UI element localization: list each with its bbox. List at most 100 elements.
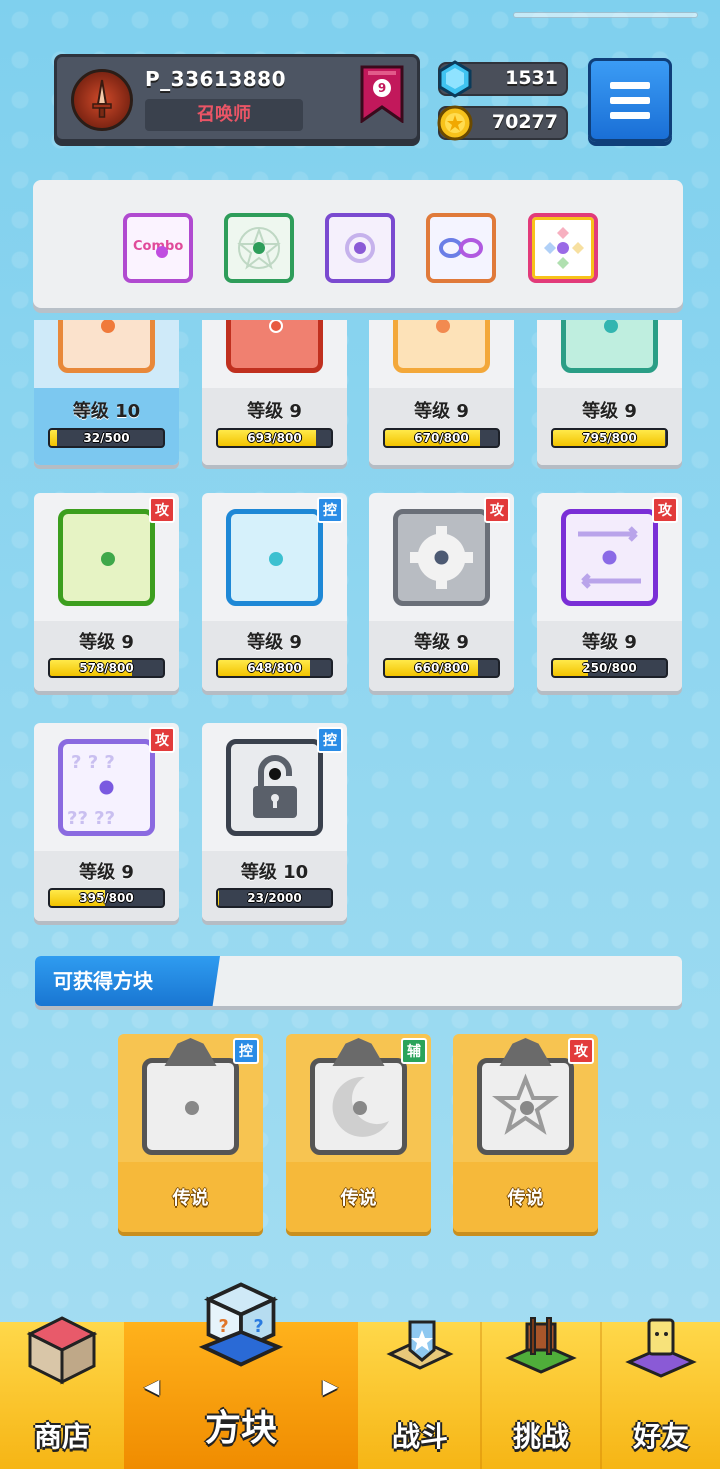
gem-counter[interactable]: 1531	[438, 60, 568, 98]
spin-icon	[345, 233, 375, 263]
rarity-label: 传说	[172, 1188, 209, 1209]
progress-bar: 648/800	[216, 658, 333, 678]
progress-text: 693/800	[247, 431, 302, 445]
obtainable-title: 可获得方块	[35, 956, 220, 1006]
coin-counter[interactable]: 70277	[437, 105, 568, 141]
diamond-icon	[544, 227, 584, 269]
block-face	[561, 509, 658, 606]
block-card[interactable]: 等级 9 670/800	[369, 320, 514, 465]
nav-blocks-label: 方块	[204, 1408, 277, 1449]
gem-count: 1531	[505, 67, 558, 89]
attack-tag: 攻	[568, 1038, 594, 1064]
infinity-icon	[439, 238, 483, 258]
nav-friends[interactable]: 好友	[602, 1318, 720, 1469]
dragon-frame-icon	[164, 1038, 217, 1066]
attack-tag: 攻	[149, 497, 175, 523]
profile-panel[interactable]: P_33613880 召唤师 9	[54, 54, 420, 142]
svg-text:?: ?	[219, 1317, 229, 1337]
rank-badge-icon: 9	[360, 65, 404, 124]
progress-text: 795/800	[582, 431, 637, 445]
pip-icon	[156, 246, 168, 258]
legend-card[interactable]: 攻 传说	[453, 1034, 598, 1232]
progress-text: 660/800	[414, 661, 469, 675]
block-face	[393, 509, 490, 606]
menu-button[interactable]	[588, 58, 672, 142]
nav-challenge-label: 挑战	[512, 1420, 569, 1453]
block-level: 等级 9	[582, 401, 637, 422]
support-tag: 辅	[401, 1038, 427, 1064]
nav-challenge[interactable]: 挑战	[482, 1317, 600, 1469]
pip-icon	[269, 320, 283, 333]
block-card[interactable]: ? ? ? ?? ?? 攻 等级 9 395/800	[34, 723, 179, 921]
coin-icon	[437, 105, 473, 141]
question-marks-icon: ? ? ? ?? ??	[67, 752, 115, 829]
progress-bar: 670/800	[383, 428, 500, 448]
deck-slot-pentagram[interactable]	[224, 213, 294, 283]
block-face	[58, 509, 155, 606]
progress-bar: 395/800	[48, 888, 165, 908]
next-arrow-icon[interactable]: ▶	[323, 1374, 338, 1398]
menu-line-icon	[610, 82, 650, 89]
gear-icon	[410, 526, 473, 589]
prev-arrow-icon[interactable]: ◀	[144, 1374, 159, 1398]
progress-bar: 32/500	[48, 428, 165, 448]
rarity-label: 传说	[507, 1188, 544, 1209]
legend-card[interactable]: 辅 传说	[286, 1034, 431, 1232]
progress-text: 395/800	[79, 891, 134, 905]
block-face	[226, 509, 323, 606]
block-face	[58, 320, 155, 373]
nav-shop[interactable]: 商店	[0, 1316, 124, 1469]
progress-text: 670/800	[414, 431, 469, 445]
block-card[interactable]: 攻 等级 9 578/800	[34, 493, 179, 691]
nav-friends-label: 好友	[632, 1420, 689, 1453]
player-title: 召唤师	[145, 99, 303, 131]
obtainable-header: 可获得方块	[35, 956, 682, 1006]
deck-slot-infinity[interactable]	[426, 213, 496, 283]
control-tag: 控	[317, 727, 343, 753]
status-bar-pill	[513, 12, 698, 18]
unlock-icon	[253, 755, 297, 818]
gem-icon	[438, 60, 472, 98]
pentagram-icon	[237, 227, 281, 270]
deck-panel: Combo	[33, 180, 683, 308]
block-card[interactable]: 控 等级 10 23/2000	[202, 723, 347, 921]
block-level: 等级 9	[414, 401, 469, 422]
svg-text:? ? ?: ? ? ?	[71, 752, 115, 773]
pip-icon	[520, 1101, 534, 1115]
rank-number: 9	[373, 79, 391, 97]
attack-tag: 攻	[149, 727, 175, 753]
progress-bar: 250/800	[551, 658, 668, 678]
deck-slot-rainbow[interactable]	[528, 213, 598, 283]
block-card[interactable]: 攻 等级 9 250/800	[537, 493, 682, 691]
block-face	[561, 320, 658, 373]
deck-slot-combo[interactable]: Combo	[123, 213, 193, 283]
block-level: 等级 9	[79, 632, 134, 653]
dragon-frame-icon	[499, 1038, 552, 1066]
block-level: 等级 9	[79, 862, 134, 883]
block-card[interactable]: 攻 等级 9 660/800	[369, 493, 514, 691]
challenge-icon	[505, 1317, 577, 1374]
menu-line-icon	[610, 97, 650, 104]
shop-icon	[26, 1316, 98, 1385]
block-card[interactable]: 等级 10 32/500	[34, 320, 179, 465]
nav-shop-label: 商店	[33, 1420, 90, 1453]
control-tag: 控	[233, 1038, 259, 1064]
legend-card[interactable]: 控 传说	[118, 1034, 263, 1232]
block-card[interactable]: 等级 9 693/800	[202, 320, 347, 465]
rarity-label: 传说	[340, 1188, 377, 1209]
block-face: ? ? ? ?? ??	[58, 739, 155, 836]
nav-blocks[interactable]: ?? ◀ ▶ 方块	[124, 1282, 358, 1469]
progress-text: 250/800	[582, 661, 637, 675]
block-card[interactable]: 等级 9 795/800	[537, 320, 682, 465]
deck-slot-purple[interactable]	[325, 213, 395, 283]
pip-icon	[604, 320, 618, 333]
block-card[interactable]: 控 等级 9 648/800	[202, 493, 347, 691]
sword-avatar-icon	[71, 69, 133, 131]
progress-text: 23/2000	[247, 891, 302, 905]
svg-text:?? ??: ?? ??	[67, 808, 115, 829]
progress-text: 32/500	[83, 431, 130, 445]
progress-bar: 23/2000	[216, 888, 333, 908]
nav-battle[interactable]: 战斗	[360, 1320, 480, 1469]
pip-icon	[269, 552, 283, 566]
block-level: 等级 9	[247, 632, 302, 653]
